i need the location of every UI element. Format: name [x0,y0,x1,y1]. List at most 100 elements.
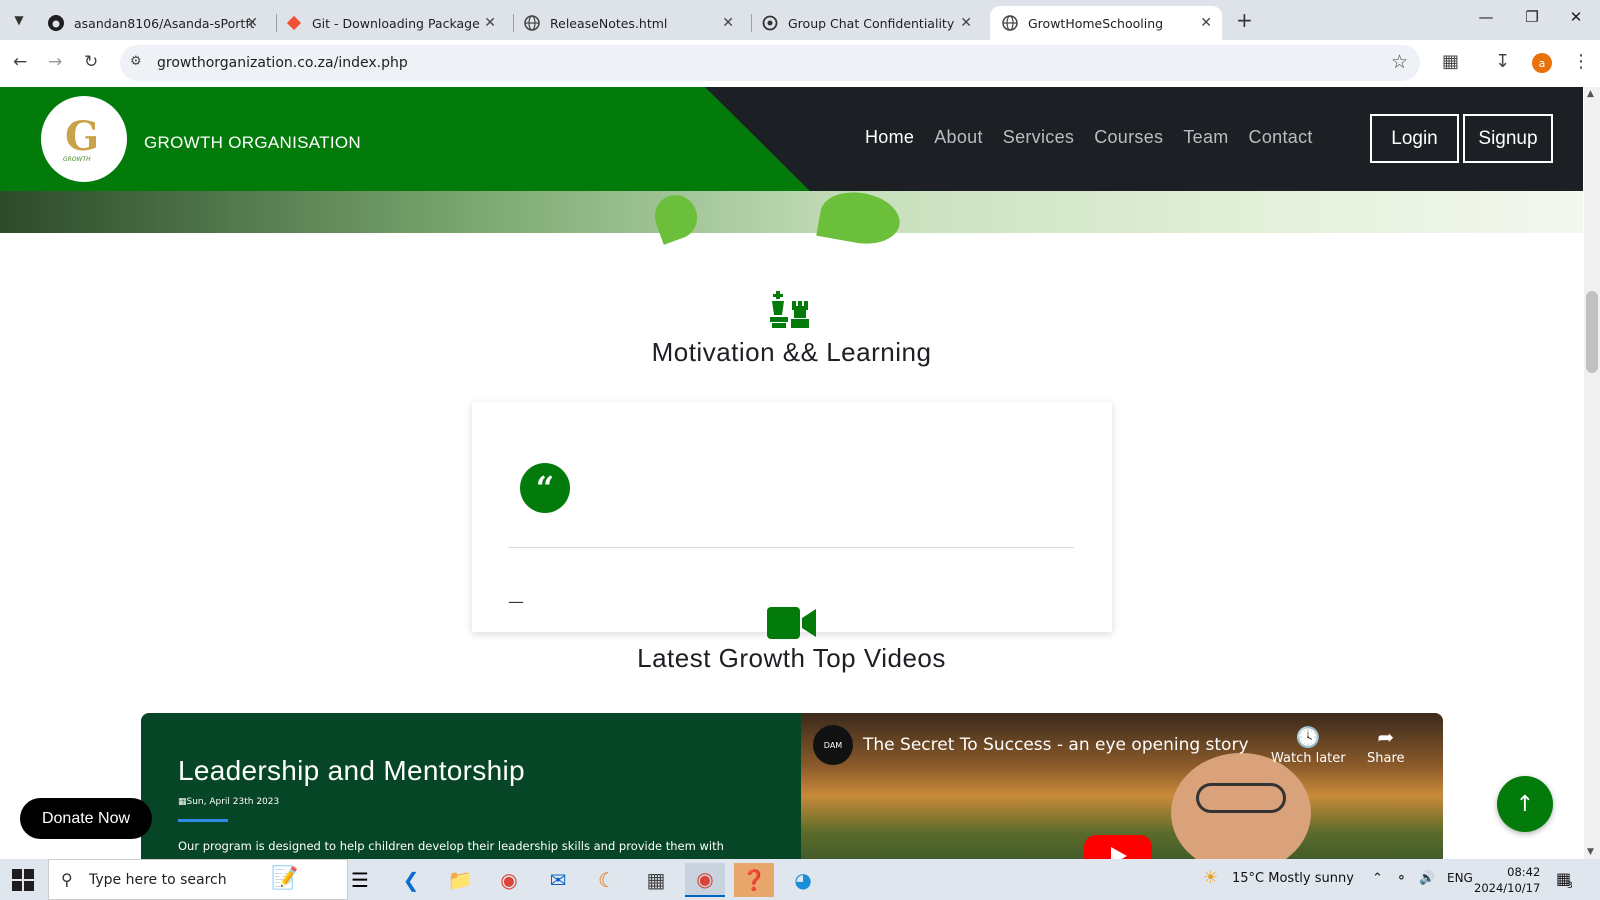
nav-about[interactable]: About [934,127,983,148]
channel-avatar[interactable]: DAM [813,725,853,765]
reload-icon[interactable]: ↻ [84,52,98,72]
close-icon[interactable]: ✕ [246,15,258,31]
youtube-player[interactable]: DAM The Secret To Success - an eye openi… [801,713,1443,859]
github-icon [48,15,64,31]
youtube-video-title[interactable]: The Secret To Success - an eye opening s… [863,735,1249,755]
download-icon[interactable]: ↧ [1495,51,1510,72]
tab-github[interactable]: asandan8106/Asanda-sPortfolio ✕ [36,6,268,40]
extensions-icon[interactable]: ▦ [1442,51,1459,72]
site-header: G GROWTH GROWTH ORGANISATION Home About … [0,87,1583,191]
tab-growth-homeschooling[interactable]: GrowtHomeSchooling ✕ [990,6,1222,40]
network-icon[interactable]: ⚬ [1396,871,1407,886]
address-bar: ← → ↻ ⚙ growthorganization.co.za/index.p… [0,40,1600,87]
nav-team[interactable]: Team [1183,127,1228,148]
globe-icon [524,15,540,31]
watch-later-button[interactable]: 🕓 Watch later [1271,725,1346,766]
browser-tab-strip: ▼ asandan8106/Asanda-sPortfolio ✕ Git - … [0,0,1600,40]
video-date-text: Sun, April 23th 2023 [186,797,280,807]
quote-author: — [508,592,524,611]
language-indicator[interactable]: ENG [1447,871,1473,885]
login-button[interactable]: Login [1370,114,1459,163]
forward-icon[interactable]: → [48,52,62,72]
close-icon[interactable]: ✕ [484,15,496,31]
tab-title: ReleaseNotes.html [550,15,668,31]
nav-contact[interactable]: Contact [1249,127,1313,148]
back-to-top-button[interactable]: ↑ [1497,776,1553,832]
testimonial-card: — [472,402,1112,632]
jupyter-icon[interactable]: ☾ [587,863,627,897]
donate-now-button[interactable]: Donate Now [20,798,152,839]
nav-courses[interactable]: Courses [1094,127,1163,148]
video-thumbnail-glasses [1196,783,1286,813]
site-logo[interactable]: G GROWTH [41,96,127,182]
youtube-play-button[interactable] [1084,835,1152,859]
file-explorer-icon[interactable]: 📁 [440,863,480,897]
scrollbar-thumb[interactable] [1586,291,1598,373]
tab-title: Group Chat Confidentiality [788,15,955,31]
watch-later-label: Watch later [1271,751,1346,766]
tab-search-button[interactable]: ▼ [7,8,31,32]
close-icon[interactable]: ✕ [960,15,972,31]
scroll-up-arrow-icon[interactable]: ▲ [1587,89,1594,99]
chrome-icon[interactable]: ◉ [489,863,529,897]
vscode-icon[interactable]: ❮ [391,863,431,897]
task-view-icon[interactable]: ☰ [340,863,380,897]
weather-icon[interactable]: ☀ [1203,868,1218,888]
weather-text[interactable]: 15°C Mostly sunny [1232,871,1354,886]
brand-name[interactable]: GROWTH ORGANISATION [144,133,361,153]
signup-button[interactable]: Signup [1463,114,1553,163]
windows-start-icon[interactable] [12,869,34,891]
video-feature-block: Leadership and Mentorship ▦Sun, April 23… [141,713,1443,859]
page-scrollbar[interactable]: ▲ ▼ [1584,87,1600,859]
tab-title: Git - Downloading Package [312,15,480,31]
hero-image-strip [0,186,1583,250]
tray-chevron-icon[interactable]: ⌃ [1372,871,1383,886]
site-info-icon[interactable]: ⚙ [130,54,142,69]
bookmark-star-icon[interactable]: ☆ [1391,51,1408,73]
notification-count: 3 [1567,881,1573,891]
volume-icon[interactable]: 🔊 [1419,871,1435,886]
calendar-icon: ▦ [178,797,187,807]
outlook-icon[interactable]: ✉ [538,863,578,897]
nav-home[interactable]: Home [865,127,914,148]
video-card-description: Our program is designed to help children… [178,839,724,853]
edge-icon[interactable]: ◕ [783,863,823,897]
tab-git[interactable]: Git - Downloading Package ✕ [274,6,506,40]
share-button[interactable]: ➦ Share [1367,725,1405,766]
windows-taskbar: ⚲ Type here to search 📝 ☰ ❮ 📁 ◉ ✉ ☾ ▦ ◉ … [0,859,1600,900]
nav-services[interactable]: Services [1003,127,1074,148]
tab-group-chat[interactable]: Group Chat Confidentiality ✕ [750,6,982,40]
video-info-panel: Leadership and Mentorship ▦Sun, April 23… [141,713,801,859]
teams-icon[interactable]: ❓ [734,863,774,897]
store-icon[interactable]: ▦ [636,863,676,897]
restore-icon[interactable]: ❐ [1512,8,1552,26]
page-viewport: G GROWTH GROWTH ORGANISATION Home About … [0,87,1584,859]
url-omnibox[interactable]: ⚙ growthorganization.co.za/index.php ☆ [120,45,1420,81]
search-icon: ⚲ [61,870,73,889]
close-icon[interactable]: ✕ [1200,15,1212,31]
tab-release-notes[interactable]: ReleaseNotes.html ✕ [512,6,744,40]
tab-title: GrowtHomeSchooling [1028,15,1164,31]
clock-time: 08:42 [1507,865,1541,879]
profile-avatar[interactable]: a [1532,53,1552,73]
close-window-icon[interactable]: ✕ [1556,8,1596,26]
close-icon[interactable]: ✕ [722,15,734,31]
chess-icon [768,285,816,337]
taskbar-clock[interactable]: 08:42 2024/10/17 [1474,864,1540,896]
quote-icon: “ [520,463,570,513]
search-placeholder: Type here to search [89,872,227,888]
leaf-decoration [648,189,704,245]
browser-menu-icon[interactable]: ⋮ [1572,51,1590,72]
leaf-decoration [816,186,904,250]
back-icon[interactable]: ← [13,52,27,72]
minimize-icon[interactable]: — [1466,8,1506,26]
logo-letter: G [65,113,100,160]
openai-icon [762,15,778,31]
chrome-active-icon[interactable]: ◉ [685,863,725,897]
taskbar-search[interactable]: ⚲ Type here to search 📝 [48,859,348,900]
new-tab-button[interactable]: + [1236,8,1253,32]
video-camera-icon [767,606,817,644]
scroll-down-arrow-icon[interactable]: ▼ [1587,847,1594,857]
url-text[interactable]: growthorganization.co.za/index.php [157,55,408,71]
git-icon [286,15,302,31]
